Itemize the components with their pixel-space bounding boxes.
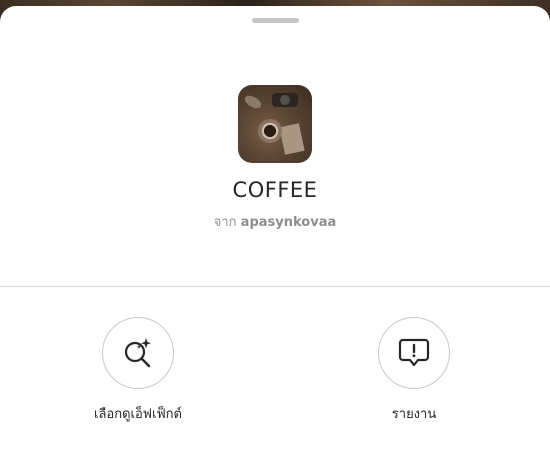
browse-effects-button[interactable]: เลือกดูเอ็ฟเฟ็กต์	[58, 317, 218, 424]
thumbnail-paper	[279, 123, 305, 155]
browse-effects-label: เลือกดูเอ็ฟเฟ็กต์	[94, 407, 182, 422]
effect-byline: จาก apasynkovaa	[0, 211, 550, 232]
sparkle-search-icon	[124, 338, 151, 368]
divider	[0, 286, 550, 287]
bottom-sheet: COFFEE จาก apasynkovaa เลือกดูเอ็ฟเฟ็กต์…	[0, 6, 550, 461]
report-label: รายงาน	[391, 407, 437, 422]
exclamation-speech-bubble-icon	[398, 338, 430, 367]
thumbnail-coffee-cup	[258, 119, 282, 143]
browse-effects-circle[interactable]	[102, 317, 174, 389]
effect-thumbnail	[238, 85, 312, 163]
byline-prefix: จาก	[213, 215, 237, 230]
author-username[interactable]: apasynkovaa	[241, 215, 337, 230]
report-circle[interactable]	[378, 317, 450, 389]
thumbnail-leaf	[242, 93, 264, 111]
drag-handle[interactable]	[252, 18, 299, 23]
report-button[interactable]: รายงาน	[334, 317, 494, 424]
thumbnail-camera	[272, 93, 298, 107]
effect-title: COFFEE	[232, 178, 318, 202]
